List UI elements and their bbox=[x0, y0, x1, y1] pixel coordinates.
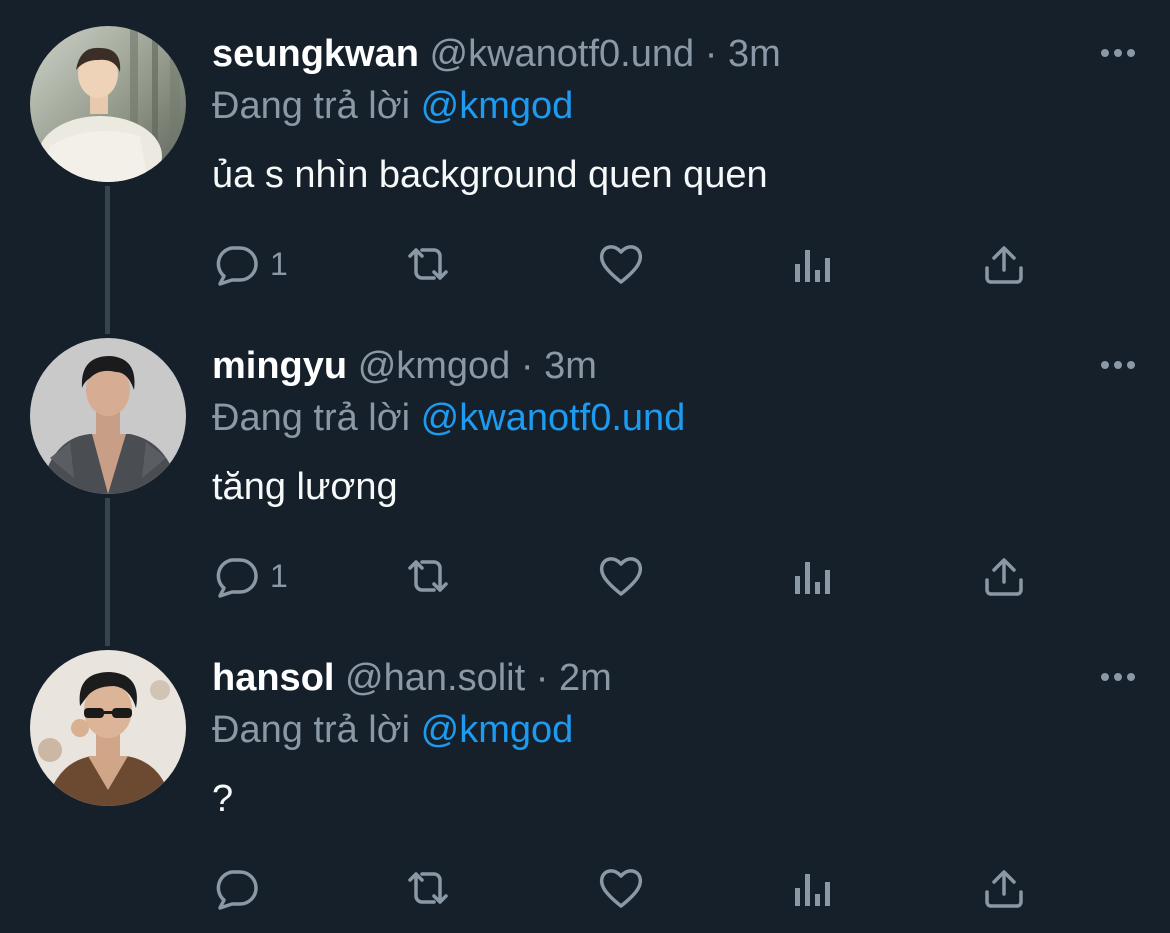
like-button[interactable] bbox=[596, 552, 646, 600]
reply-icon bbox=[212, 864, 260, 912]
like-button[interactable] bbox=[596, 240, 646, 288]
views-button[interactable] bbox=[792, 864, 832, 912]
views-icon bbox=[792, 864, 832, 912]
retweet-icon bbox=[400, 552, 456, 600]
separator-dot: · bbox=[520, 345, 534, 387]
reply-icon bbox=[212, 240, 260, 288]
reply-button[interactable]: 1 bbox=[212, 552, 288, 600]
retweet-button[interactable] bbox=[400, 864, 456, 912]
reply-button[interactable] bbox=[212, 864, 270, 912]
avatar[interactable] bbox=[30, 26, 186, 182]
share-icon bbox=[982, 240, 1026, 288]
share-button[interactable] bbox=[982, 864, 1026, 912]
views-button[interactable] bbox=[792, 240, 832, 288]
more-icon[interactable] bbox=[1098, 40, 1138, 66]
avatar[interactable] bbox=[30, 650, 186, 806]
tweet-text: ? bbox=[212, 778, 234, 820]
views-icon bbox=[792, 552, 832, 600]
replying-label: Đang trả lời bbox=[212, 397, 411, 439]
tweet-header: mingyu @kmgod · 3m bbox=[212, 344, 597, 388]
timestamp[interactable]: 3m bbox=[728, 33, 781, 75]
separator-dot: · bbox=[535, 657, 549, 699]
share-button[interactable] bbox=[982, 240, 1026, 288]
mention-link[interactable]: @kwanotf0.und bbox=[421, 397, 686, 439]
retweet-button[interactable] bbox=[400, 240, 456, 288]
like-button[interactable] bbox=[596, 864, 646, 912]
retweet-button[interactable] bbox=[400, 552, 456, 600]
action-bar: 1 bbox=[212, 552, 1112, 600]
views-button[interactable] bbox=[792, 552, 832, 600]
mention-link[interactable]: @kmgod bbox=[421, 85, 574, 127]
user-handle[interactable]: @kwanotf0.und bbox=[430, 33, 695, 75]
user-handle[interactable]: @han.solit bbox=[345, 657, 525, 699]
timestamp[interactable]: 3m bbox=[544, 345, 597, 387]
more-icon[interactable] bbox=[1098, 352, 1138, 378]
views-icon bbox=[792, 240, 832, 288]
user-handle[interactable]: @kmgod bbox=[358, 345, 511, 387]
tweet[interactable]: hansol @han.solit · 2m Đang trả lời @kmg… bbox=[0, 624, 1170, 933]
tweet[interactable]: seungkwan @kwanotf0.und · 3m Đang trả lờ… bbox=[0, 0, 1170, 312]
tweet-text: tăng lương bbox=[212, 466, 398, 508]
display-name[interactable]: seungkwan bbox=[212, 33, 419, 75]
reply-thread: seungkwan @kwanotf0.und · 3m Đang trả lờ… bbox=[0, 0, 1170, 933]
reply-count: 1 bbox=[270, 245, 288, 282]
retweet-icon bbox=[400, 240, 456, 288]
tweet-header: hansol @han.solit · 2m bbox=[212, 656, 612, 700]
action-bar: 1 bbox=[212, 240, 1112, 288]
share-button[interactable] bbox=[982, 552, 1026, 600]
more-icon[interactable] bbox=[1098, 664, 1138, 690]
tweet[interactable]: mingyu @kmgod · 3m Đang trả lời @kwanotf… bbox=[0, 312, 1170, 624]
timestamp[interactable]: 2m bbox=[559, 657, 612, 699]
heart-icon bbox=[596, 552, 646, 600]
display-name[interactable]: hansol bbox=[212, 657, 334, 699]
tweet-text: ủa s nhìn background quen quen bbox=[212, 154, 768, 196]
reply-button[interactable]: 1 bbox=[212, 240, 288, 288]
replying-to: Đang trả lời @kwanotf0.und bbox=[212, 396, 685, 440]
share-icon bbox=[982, 552, 1026, 600]
reply-count: 1 bbox=[270, 557, 288, 594]
share-icon bbox=[982, 864, 1026, 912]
heart-icon bbox=[596, 864, 646, 912]
replying-label: Đang trả lời bbox=[212, 709, 411, 751]
replying-label: Đang trả lời bbox=[212, 85, 411, 127]
replying-to: Đang trả lời @kmgod bbox=[212, 708, 573, 752]
separator-dot: · bbox=[704, 33, 718, 75]
replying-to: Đang trả lời @kmgod bbox=[212, 84, 573, 128]
action-bar bbox=[212, 864, 1112, 912]
display-name[interactable]: mingyu bbox=[212, 345, 347, 387]
reply-icon bbox=[212, 552, 260, 600]
retweet-icon bbox=[400, 864, 456, 912]
tweet-header: seungkwan @kwanotf0.und · 3m bbox=[212, 32, 781, 76]
avatar[interactable] bbox=[30, 338, 186, 494]
mention-link[interactable]: @kmgod bbox=[421, 709, 574, 751]
heart-icon bbox=[596, 240, 646, 288]
